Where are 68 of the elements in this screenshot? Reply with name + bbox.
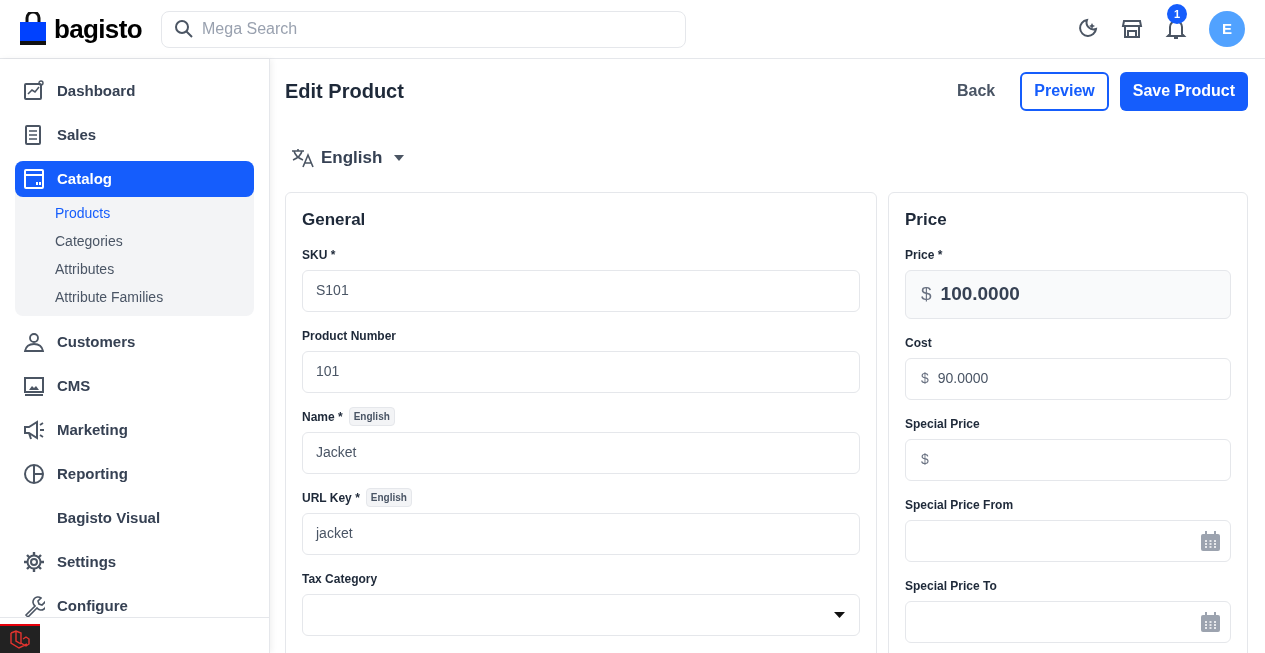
sidebar-item[interactable]: Reporting xyxy=(15,456,254,492)
field-label: Cost xyxy=(905,334,932,352)
price-field[interactable]: $ 90.0000 xyxy=(905,357,1231,400)
field-label: Name * xyxy=(302,408,343,426)
preview-button[interactable]: Preview xyxy=(1020,71,1109,111)
person-icon xyxy=(23,331,45,353)
sidebar-item[interactable]: Marketing xyxy=(15,412,254,448)
currency-symbol: $ xyxy=(921,281,932,306)
card-title: Price xyxy=(905,209,948,231)
storefront-icon[interactable] xyxy=(1121,18,1143,40)
translate-icon xyxy=(291,147,315,169)
currency-symbol: $ xyxy=(921,450,929,469)
locale-tag: English xyxy=(348,407,395,426)
wrench-icon xyxy=(23,595,45,617)
caret-icon xyxy=(394,155,405,161)
card-title: General xyxy=(302,209,367,231)
currency-symbol: $ xyxy=(921,369,929,388)
price-value: 100.0000 xyxy=(940,281,1020,306)
debug-bar-logo-icon[interactable] xyxy=(0,624,40,653)
price-value: 90.0000 xyxy=(937,369,989,388)
notification-count: 1 xyxy=(1167,4,1187,24)
input-field[interactable]: Jacket xyxy=(302,431,860,474)
calendar-icon xyxy=(1201,530,1220,551)
sidebar-item[interactable]: Dashboard xyxy=(15,73,254,109)
search-icon xyxy=(174,18,194,39)
sidebar-item[interactable]: Catalog xyxy=(15,161,254,197)
caret-icon xyxy=(834,611,845,618)
sidebar-subitem[interactable]: Categories xyxy=(55,231,123,252)
save-button[interactable]: Save Product xyxy=(1119,71,1248,111)
pie-chart-icon xyxy=(23,463,45,485)
input-field[interactable]: jacket xyxy=(302,512,860,555)
calendar-icon xyxy=(1201,611,1220,632)
date-field[interactable] xyxy=(905,519,1231,562)
search-field[interactable]: Mega Search xyxy=(161,10,686,48)
field-label: Special Price xyxy=(905,415,980,433)
locale-tag: English xyxy=(365,488,412,507)
shopping-bag-logo-icon xyxy=(20,12,46,46)
sidebar-item[interactable]: Customers xyxy=(15,324,254,360)
chart-icon xyxy=(23,80,45,102)
settings-icon xyxy=(23,551,45,573)
monitor-icon xyxy=(23,375,45,397)
back-button[interactable]: Back xyxy=(943,72,1010,110)
input-field[interactable]: S101 xyxy=(302,269,860,312)
field-label: Product Number xyxy=(302,327,396,345)
sidebar-subitem[interactable]: Attribute Families xyxy=(55,287,164,308)
logo-text: bagisto xyxy=(54,12,142,46)
price-field[interactable]: $ 100.0000 xyxy=(905,269,1231,319)
megaphone-icon xyxy=(23,419,45,441)
price-field[interactable]: $ xyxy=(905,438,1231,481)
sidebar-item[interactable]: Settings xyxy=(15,544,254,580)
field-label: URL Key * xyxy=(302,489,360,507)
select-field[interactable] xyxy=(302,593,860,636)
field-label: Price * xyxy=(905,246,943,264)
sidebar-item[interactable]: Bagisto Visual xyxy=(15,500,254,536)
field-label: Special Price To xyxy=(905,577,997,595)
sidebar-subitem[interactable]: Products xyxy=(55,203,111,224)
language-selector[interactable]: English xyxy=(291,145,405,171)
date-field[interactable] xyxy=(905,600,1231,643)
sidebar-item[interactable]: CMS xyxy=(15,368,254,404)
page-title: Edit Product xyxy=(285,79,404,104)
sidebar-subitem[interactable]: Attributes xyxy=(55,259,115,280)
field-label: Special Price From xyxy=(905,496,1014,514)
sidebar-item[interactable]: Sales xyxy=(15,117,254,153)
window-icon xyxy=(23,168,45,190)
input-field[interactable]: 101 xyxy=(302,350,860,393)
field-label: Tax Category xyxy=(302,570,378,588)
sidebar-item[interactable]: Configure xyxy=(15,588,254,624)
field-label: SKU * xyxy=(302,246,336,264)
